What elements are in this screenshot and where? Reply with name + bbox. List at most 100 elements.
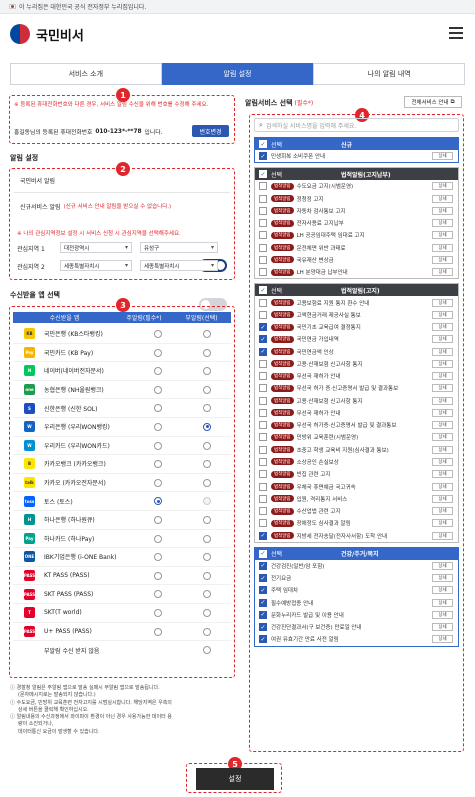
service-checkbox[interactable] (259, 396, 267, 405)
detail-button[interactable]: 상세 (432, 372, 453, 381)
main-alert-radio[interactable] (154, 367, 162, 376)
service-checkbox[interactable] (259, 372, 267, 381)
change-phone-button[interactable]: 번호변경 (192, 125, 229, 137)
group-select-all-checkbox[interactable]: ✓ (259, 286, 267, 295)
sub-alert-radio[interactable] (203, 330, 211, 338)
main-alert-radio[interactable] (154, 515, 162, 524)
main-alert-radio[interactable] (154, 478, 162, 487)
service-guide-button[interactable]: 전체서비스 안내 ⧉ (404, 96, 462, 108)
detail-button[interactable]: 상세 (432, 457, 453, 466)
detail-button[interactable]: 상세 (432, 194, 453, 203)
service-checkbox[interactable]: ✓ (259, 152, 267, 161)
main-alert-radio[interactable] (154, 534, 162, 543)
tab-alert-settings[interactable]: 알림 설정 (161, 63, 314, 85)
sub-alert-radio[interactable] (203, 422, 211, 431)
detail-button[interactable]: 상세 (432, 623, 453, 632)
service-checkbox[interactable]: ✓ (259, 335, 267, 344)
detail-button[interactable]: 상세 (432, 445, 453, 454)
region2-city-select[interactable]: 세종특별자치시 (60, 260, 132, 271)
main-alert-radio[interactable] (154, 348, 162, 357)
service-search-input[interactable]: ⌕ 검색하실 서비스명을 입력해 주세요. (254, 118, 459, 132)
detail-button[interactable]: 상세 (432, 470, 453, 479)
sub-alert-radio[interactable] (203, 571, 211, 580)
sub-alert-radio[interactable] (203, 627, 211, 636)
detail-button[interactable]: 상세 (432, 507, 453, 516)
detail-button[interactable]: 상세 (432, 408, 453, 417)
region1-district-select[interactable]: 유성구 (140, 242, 218, 253)
main-alert-radio[interactable] (154, 441, 162, 450)
detail-button[interactable]: 상세 (432, 384, 453, 393)
detail-button[interactable]: 상세 (432, 598, 453, 607)
service-checkbox[interactable] (259, 482, 267, 491)
service-checkbox[interactable]: ✓ (259, 561, 267, 570)
sub-alert-radio[interactable] (203, 590, 211, 599)
service-checkbox[interactable] (259, 457, 267, 466)
sub-alert-radio[interactable] (203, 515, 211, 524)
service-checkbox[interactable] (259, 219, 267, 228)
detail-button[interactable]: 상세 (432, 396, 453, 405)
service-checkbox[interactable] (259, 206, 267, 215)
detail-button[interactable]: 상세 (432, 219, 453, 228)
service-checkbox[interactable]: ✓ (259, 574, 267, 583)
sub-alert-radio[interactable] (203, 608, 211, 617)
sub-alert-radio[interactable] (203, 441, 211, 450)
detail-button[interactable]: 상세 (432, 359, 453, 368)
logo-text[interactable]: 국민비서 (36, 25, 84, 44)
sub-alert-radio[interactable] (203, 478, 211, 487)
service-checkbox[interactable] (259, 519, 267, 528)
main-alert-radio[interactable] (154, 385, 162, 394)
service-checkbox[interactable] (259, 182, 267, 191)
service-checkbox[interactable]: ✓ (259, 586, 267, 595)
sub-alert-radio[interactable] (203, 367, 211, 376)
tab-service-intro[interactable]: 서비스 소개 (10, 63, 162, 85)
logo-icon[interactable] (10, 24, 30, 44)
detail-button[interactable]: 상세 (432, 494, 453, 503)
main-alert-radio[interactable] (154, 553, 162, 562)
detail-button[interactable]: 상세 (432, 268, 453, 277)
service-checkbox[interactable] (259, 268, 267, 277)
service-checkbox[interactable] (259, 494, 267, 503)
detail-button[interactable]: 상세 (432, 243, 453, 252)
main-alert-radio[interactable] (154, 330, 162, 338)
sub-alert-radio[interactable] (203, 553, 211, 562)
service-checkbox[interactable] (259, 243, 267, 252)
service-checkbox[interactable] (259, 231, 267, 240)
detail-button[interactable]: 상세 (432, 421, 453, 430)
detail-button[interactable]: 상세 (432, 610, 453, 619)
detail-button[interactable]: 상세 (432, 323, 453, 332)
detail-button[interactable]: 상세 (432, 255, 453, 264)
service-checkbox[interactable] (259, 359, 267, 368)
detail-button[interactable]: 상세 (432, 182, 453, 191)
detail-button[interactable]: 상세 (432, 586, 453, 595)
main-alert-radio[interactable] (154, 571, 162, 580)
group-select-all-checkbox[interactable]: ✓ (259, 140, 267, 148)
main-alert-radio[interactable] (154, 627, 162, 636)
detail-button[interactable]: 상세 (432, 231, 453, 240)
sub-alert-radio[interactable] (203, 348, 211, 357)
submit-button[interactable]: 설정 (196, 768, 274, 790)
service-checkbox[interactable]: ✓ (259, 610, 267, 619)
service-checkbox[interactable]: ✓ (259, 635, 267, 644)
service-checkbox[interactable] (259, 421, 267, 430)
detail-button[interactable]: 상세 (432, 433, 453, 442)
region1-city-select[interactable]: 대전광역시 (60, 242, 132, 253)
detail-button[interactable]: 상세 (432, 574, 453, 583)
sub-alert-radio[interactable] (203, 460, 211, 469)
detail-button[interactable]: 상세 (432, 635, 453, 644)
detail-button[interactable]: 상세 (432, 298, 453, 307)
group-select-all-checkbox[interactable]: ✓ (259, 170, 267, 179)
detail-button[interactable]: 상세 (432, 152, 453, 161)
detail-button[interactable]: 상세 (432, 531, 453, 540)
sub-alert-radio[interactable] (203, 385, 211, 394)
tab-my-alerts[interactable]: 나의 알림 내역 (313, 63, 466, 85)
service-checkbox[interactable]: ✓ (259, 347, 267, 356)
sub-alert-radio[interactable] (203, 497, 211, 506)
main-alert-radio[interactable] (154, 422, 162, 431)
service-checkbox[interactable]: ✓ (259, 531, 267, 540)
menu-icon[interactable] (449, 27, 463, 39)
detail-button[interactable]: 상세 (432, 561, 453, 570)
service-checkbox[interactable]: ✓ (259, 623, 267, 632)
service-checkbox[interactable]: ✓ (259, 323, 267, 332)
service-checkbox[interactable] (259, 433, 267, 442)
detail-button[interactable]: 상세 (432, 206, 453, 215)
